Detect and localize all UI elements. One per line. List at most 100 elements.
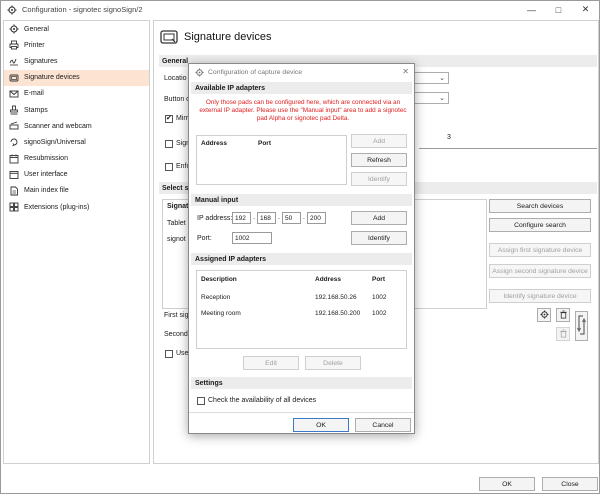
sidebar-item-resubmission[interactable]: Resubmission [4,151,149,167]
extensions-icon [8,202,19,213]
page-header: Signature devices [160,26,271,48]
ip-address-label: IP address: [197,215,233,222]
enforce-checkbox[interactable] [165,163,173,171]
column-header-address: Address [201,140,228,147]
delete-button[interactable]: Delete [305,356,361,370]
table-row[interactable]: Reception 192.168.50.26 1002 [197,291,406,305]
available-add-button[interactable]: Add [351,134,407,148]
sidebar-item-main-index-file[interactable]: Main index file [4,183,149,199]
dialog-ok-button[interactable]: OK [293,418,349,432]
configure-search-button[interactable]: Configure search [489,218,591,232]
port-field[interactable]: 1002 [232,232,272,244]
trash-icon [559,328,568,340]
device-settings-button[interactable] [537,308,551,322]
sidebar-item-label: signoSign/Universal [24,138,86,146]
second-label: Second [164,331,188,338]
ip-dot: . [253,214,255,221]
delete-second-device-button[interactable] [556,327,570,341]
assign-first-device-button[interactable]: Assign first signature device [489,243,591,257]
dialog-close-icon[interactable]: ✕ [402,67,409,76]
email-icon [8,88,19,99]
signotec-label: signot [167,236,186,243]
tablet-label: Tablet [167,220,186,227]
first-sig-label: First sig [164,312,189,319]
row-address: 192.168.50.26 [315,294,357,301]
assign-second-device-button[interactable]: Assign second signature device [489,264,591,278]
ok-button[interactable]: OK [479,477,535,491]
printer-icon [8,40,19,51]
ip-octet-2-field[interactable]: 168 [257,212,276,224]
title-bar: Configuration - signotec signoSign/2 — □… [1,1,599,18]
dialog-cancel-button[interactable]: Cancel [355,418,411,432]
sidebar-item-printer[interactable]: Printer [4,37,149,53]
device-list-header: Signat [167,203,189,210]
delete-first-device-button[interactable] [556,308,570,322]
user-interface-icon [8,169,19,180]
sidebar-item-extensions[interactable]: Extensions (plug-ins) [4,199,149,215]
capture-device-dialog: Configuration of capture device ✕ Availa… [188,63,415,434]
sidebar-item-stamps[interactable]: Stamps [4,102,149,118]
swap-devices-button[interactable] [575,311,588,341]
sidebar-item-signature-devices[interactable]: Signature devices [4,69,149,86]
mirror-checkbox[interactable] [165,114,173,123]
use-checkbox[interactable] [165,350,173,358]
table-row[interactable]: Meeting room 192.168.50.200 1002 [197,307,406,321]
sidebar-item-email[interactable]: E-mail [4,86,149,102]
universal-icon [8,137,19,148]
sidebar-item-label: Signatures [24,57,58,65]
minimize-button[interactable]: — [518,1,545,18]
bottom-bar: OK Close [1,473,599,493]
ip-octet-3-field[interactable]: 50 [282,212,301,224]
sidebar-item-label: Signature devices [24,74,80,82]
settings-header: Settings [191,377,412,389]
main-window: Configuration - signotec signoSign/2 — □… [0,0,600,494]
sidebar-item-label: E-mail [24,90,44,98]
search-devices-button[interactable]: Search devices [489,199,591,213]
row-port: 1002 [372,310,387,317]
chevron-down-icon: ⌄ [439,75,445,82]
assigned-adapters-table[interactable]: Description Address Port Reception 192.1… [196,270,407,349]
check-availability-checkbox[interactable] [197,397,205,405]
ip-dot: . [303,214,305,221]
sign-checkbox[interactable] [165,140,173,148]
ip-dot: . [278,214,280,221]
swap-arrows-icon [577,314,586,338]
identify-signature-device-button[interactable]: Identify signature device [489,289,591,303]
sidebar-item-label: Extensions (plug-ins) [24,203,90,211]
sidebar-item-label: Scanner and webcam [24,122,92,130]
slider-track[interactable] [419,148,597,149]
manual-input-header: Manual input [191,194,412,206]
maximize-button[interactable]: □ [545,1,572,18]
column-header-port: Port [372,276,385,283]
column-header-description: Description [201,276,237,283]
slider-value: 3 [447,134,451,141]
sidebar-item-user-interface[interactable]: User interface [4,167,149,183]
manual-identify-button[interactable]: Identify [351,231,407,245]
signature-device-icon [160,28,178,46]
row-address: 192.168.50.200 [315,310,361,317]
sidebar: General Printer Signatures Signature dev… [3,20,150,464]
edit-button[interactable]: Edit [243,356,299,370]
manual-add-button[interactable]: Add [351,211,407,225]
refresh-button[interactable]: Refresh [351,153,407,167]
dialog-title: Configuration of capture device [208,68,303,76]
sidebar-item-scanner-webcam[interactable]: Scanner and webcam [4,118,149,134]
sidebar-item-signatures[interactable]: Signatures [4,53,149,69]
sidebar-item-signosign-universal[interactable]: signoSign/Universal [4,134,149,150]
page-title: Signature devices [184,31,272,43]
sidebar-item-label: Stamps [24,106,48,114]
close-window-button[interactable]: ✕ [572,1,599,18]
gear-icon [6,4,18,16]
close-button[interactable]: Close [542,477,598,491]
available-adapters-table[interactable]: Address Port [196,135,347,185]
sidebar-item-general[interactable]: General [4,21,149,37]
ip-octet-4-field[interactable]: 200 [307,212,326,224]
row-description: Reception [201,294,231,301]
scanner-icon [8,121,19,132]
dialog-divider [189,412,414,413]
ip-octet-1-field[interactable]: 192 [232,212,251,224]
available-identify-button[interactable]: Identify [351,172,407,186]
assigned-adapters-header: Assigned IP adapters [191,253,412,265]
sidebar-item-label: Main index file [24,187,69,195]
column-header-port: Port [258,140,271,147]
